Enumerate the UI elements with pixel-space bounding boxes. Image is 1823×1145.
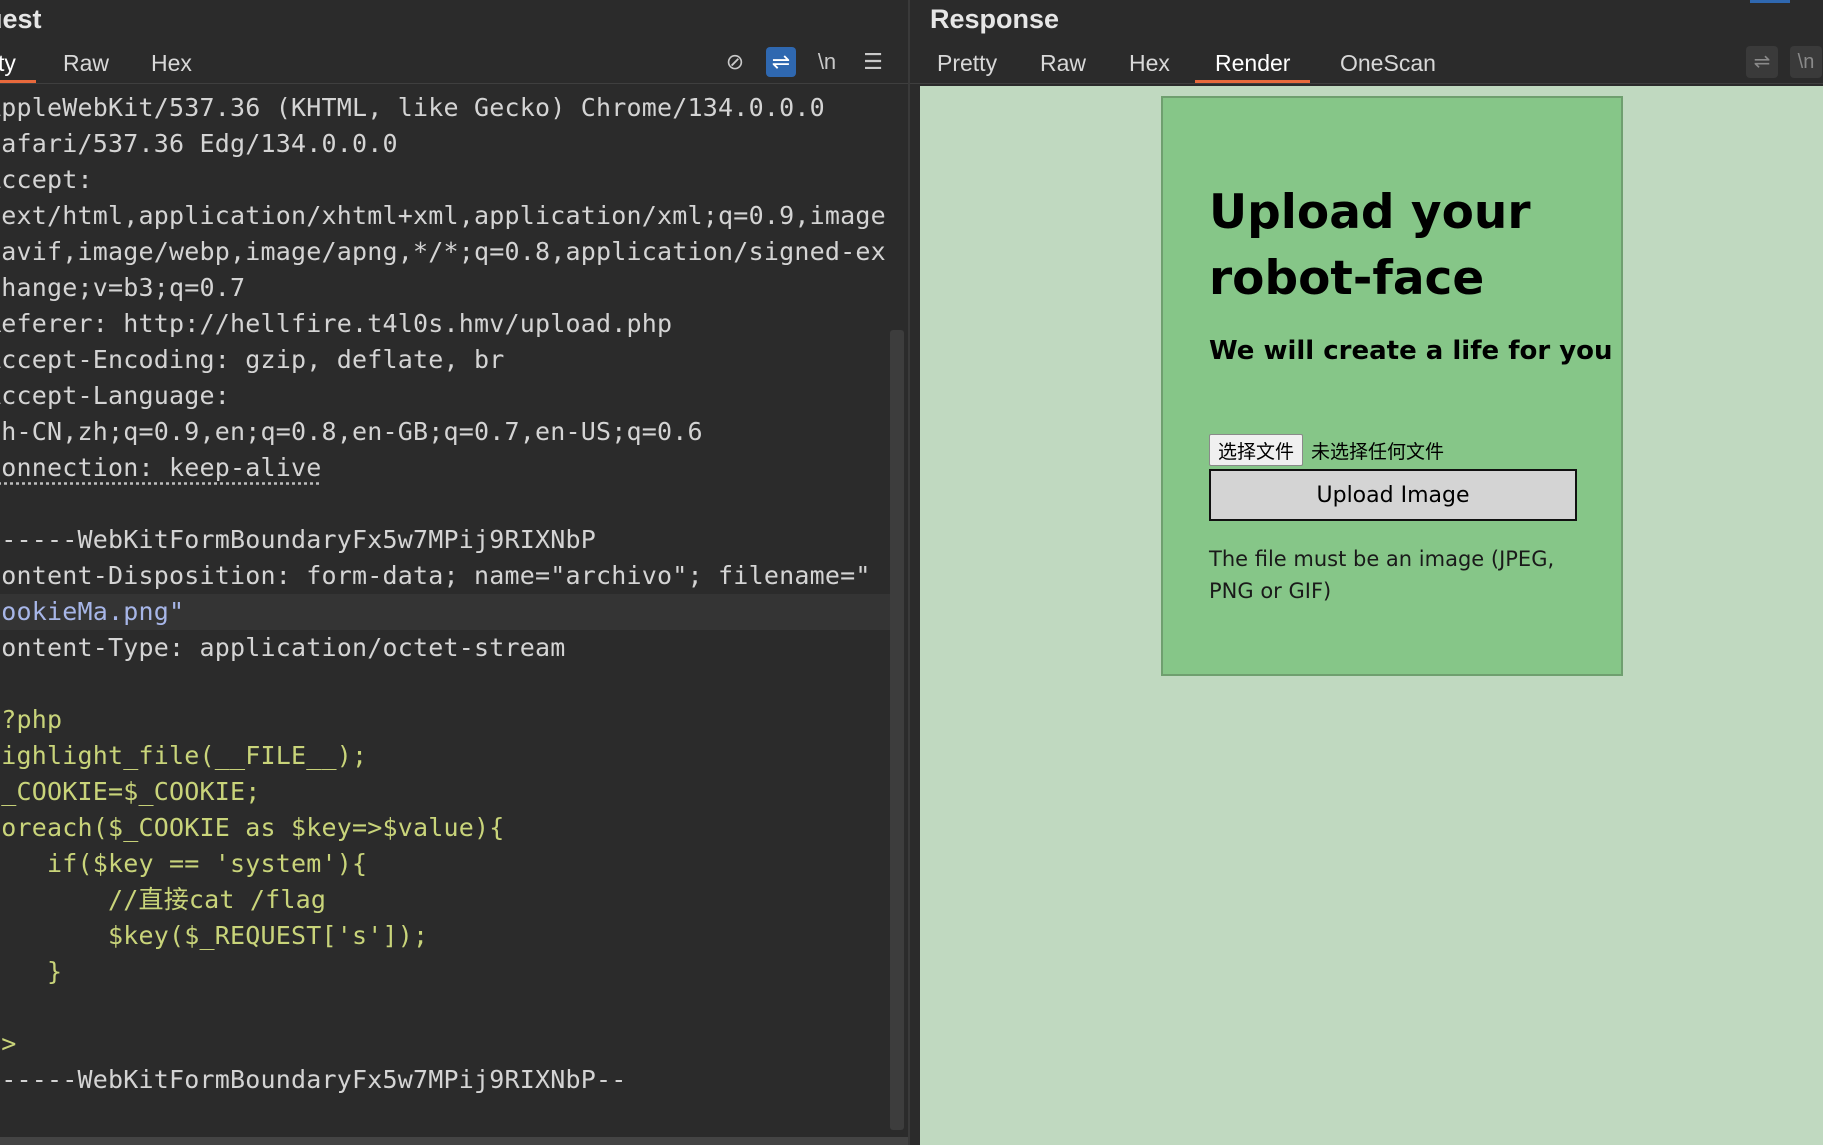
code-line: Accept: <box>0 165 93 194</box>
newline-icon[interactable]: \n <box>812 47 842 77</box>
code-line: zh-CN,zh;q=0.9,en;q=0.8,en-GB;q=0.7,en-U… <box>0 417 703 446</box>
tab-hex[interactable]: Hex <box>151 44 192 84</box>
tab-raw[interactable]: Raw <box>1040 44 1086 84</box>
code-line: ------WebKitFormBoundaryFx5w7MPij9RIXNbP <box>0 525 597 554</box>
tab-raw[interactable]: Raw <box>63 44 109 84</box>
tab-onescan[interactable]: OneScan <box>1340 44 1436 84</box>
request-bottom-bar <box>0 1137 908 1145</box>
render-area: Upload your robot-face We will create a … <box>920 86 1823 1145</box>
code-line-text: cookieMa.png" <box>0 597 185 626</box>
code-line: if($key == 'system'){ <box>0 849 368 878</box>
file-note: The file must be an image (JPEG, PNG or … <box>1209 547 1555 603</box>
code-line-highlighted: cookieMa.png" <box>0 594 890 630</box>
hide-nonprintable-icon[interactable]: ⊘ <box>720 47 750 77</box>
code-line: Referer: http://hellfire.t4l0s.hmv/uploa… <box>0 309 673 338</box>
code-line: change;v=b3;q=0.7 <box>0 273 246 302</box>
upload-card: Upload your robot-face We will create a … <box>1161 96 1623 676</box>
no-file-label: 未选择任何文件 <box>1311 440 1445 463</box>
response-pane: Response Pretty Raw Hex Render OneScan ⇌… <box>908 0 1823 1145</box>
tab-hex[interactable]: Hex <box>1129 44 1170 84</box>
code-line: ------WebKitFormBoundaryFx5w7MPij9RIXNbP… <box>0 1065 627 1094</box>
code-line: Accept-Language: <box>0 381 231 410</box>
code-line: Connection: keep-alive <box>0 453 322 482</box>
code-line: <?php <box>0 705 63 734</box>
top-accent <box>1750 0 1790 3</box>
code-line: //直接cat /flag <box>0 885 327 914</box>
code-line: Content-Type: application/octet-stream <box>0 633 566 662</box>
request-pane: uest ty Raw Hex ⊘ ⇌ \n ☰ AppleWebKit/537… <box>0 0 908 1145</box>
upload-image-button[interactable]: Upload Image <box>1209 469 1577 521</box>
code-line: $_COOKIE=$_COOKIE; <box>0 777 261 806</box>
choose-file-button[interactable]: 选择文件 <box>1209 434 1304 466</box>
tab-pretty[interactable]: ty <box>0 44 36 84</box>
code-line: ?> <box>0 1029 17 1058</box>
code-line: Accept-Encoding: gzip, deflate, br <box>0 345 505 374</box>
request-editor[interactable]: AppleWebKit/537.36 (KHTML, like Gecko) C… <box>0 90 890 1138</box>
code-line: highlight_file(__FILE__); <box>0 741 368 770</box>
page-subheading: We will create a life for you <box>1209 336 1613 366</box>
code-line: AppleWebKit/537.36 (KHTML, like Gecko) C… <box>0 93 825 122</box>
code-line: $key($_REQUEST['s']); <box>0 921 429 950</box>
file-input-row: 选择文件 未选择任何文件 <box>1209 433 1444 467</box>
code-line: Content-Disposition: form-data; name="ar… <box>0 561 871 590</box>
newline-icon[interactable]: \n <box>1790 46 1822 78</box>
page-heading: Upload your robot-face <box>1209 185 1531 306</box>
request-divider <box>0 83 908 84</box>
code-line: foreach($_COOKIE as $key=>$value){ <box>0 813 505 842</box>
response-divider <box>910 83 1823 84</box>
menu-icon[interactable]: ☰ <box>858 47 888 77</box>
tab-pretty[interactable]: Pretty <box>937 44 997 84</box>
code-line: text/html,application/xhtml+xml,applicat… <box>0 201 886 230</box>
tab-render[interactable]: Render <box>1194 44 1311 84</box>
request-scrollbar[interactable] <box>890 330 904 1130</box>
wrap-lines-icon[interactable]: ⇌ <box>1746 46 1778 78</box>
response-title: Response <box>930 4 1060 34</box>
wrap-lines-icon[interactable]: ⇌ <box>766 47 796 77</box>
code-line: Safari/537.36 Edg/134.0.0.0 <box>0 129 398 158</box>
code-line: /avif,image/webp,image/apng,*/*;q=0.8,ap… <box>0 237 886 266</box>
code-line: } <box>47 957 63 986</box>
request-title: uest <box>0 4 42 34</box>
